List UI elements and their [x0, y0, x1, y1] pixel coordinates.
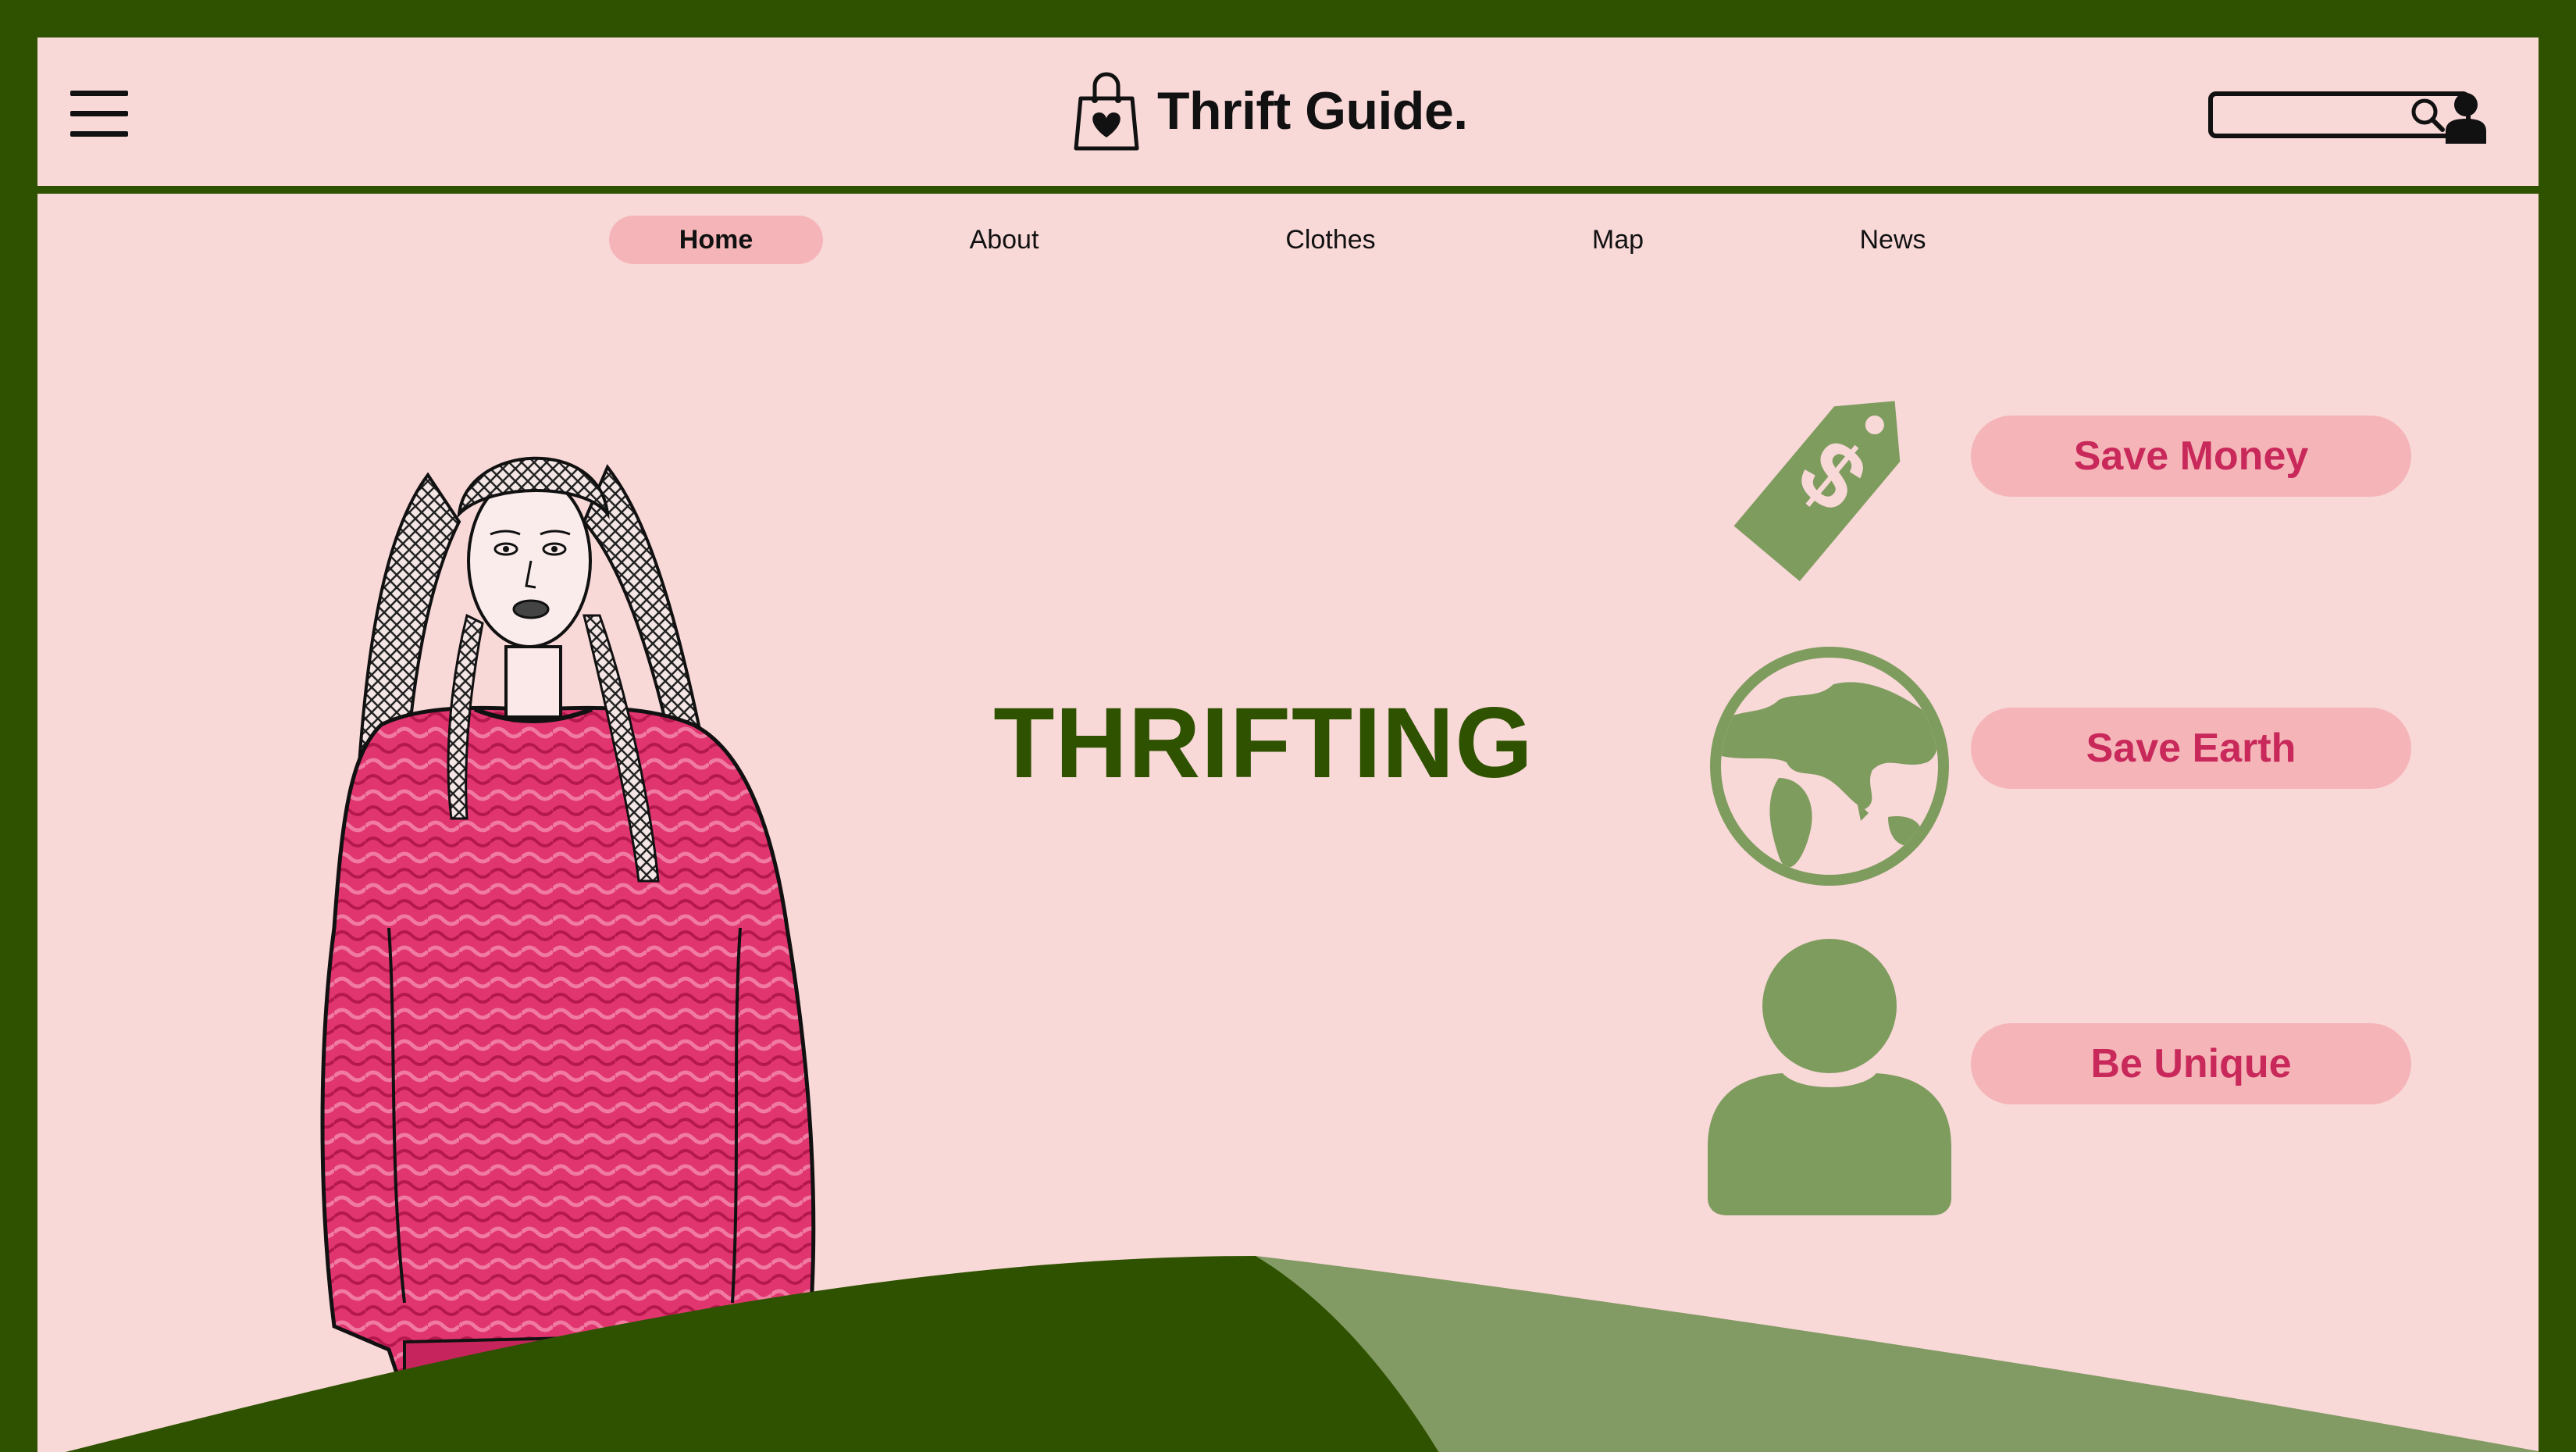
globe-icon: [1710, 647, 1949, 886]
price-tag-icon: $: [1733, 401, 1901, 582]
shopping-bag-heart-icon: [1074, 72, 1139, 151]
nav-item-map[interactable]: Map: [1524, 216, 1712, 264]
save-earth-button[interactable]: Save Earth: [1971, 708, 2411, 789]
site-header: Thrift Guide.: [37, 37, 2539, 194]
user-account-icon[interactable]: [2442, 91, 2489, 145]
be-unique-button[interactable]: Be Unique: [1971, 1023, 2411, 1104]
search-icon[interactable]: [2408, 95, 2447, 134]
brand-title: Thrift Guide.: [1157, 81, 1468, 141]
save-money-button[interactable]: Save Money: [1971, 416, 2411, 497]
hero-title: THRIFTING: [993, 687, 1534, 799]
nav-item-home[interactable]: Home: [609, 216, 823, 264]
nav-item-clothes[interactable]: Clothes: [1237, 216, 1424, 264]
nav-item-news[interactable]: News: [1799, 216, 1986, 264]
person-icon: [1708, 939, 1951, 1215]
brand-logo[interactable]: Thrift Guide.: [1073, 56, 1468, 166]
nav-item-about[interactable]: About: [910, 216, 1098, 264]
hamburger-menu-icon[interactable]: [70, 91, 128, 137]
decorative-hills: [65, 1256, 2539, 1452]
page-frame: Thrift Guide. Home About Clothes Map New…: [37, 37, 2539, 1452]
